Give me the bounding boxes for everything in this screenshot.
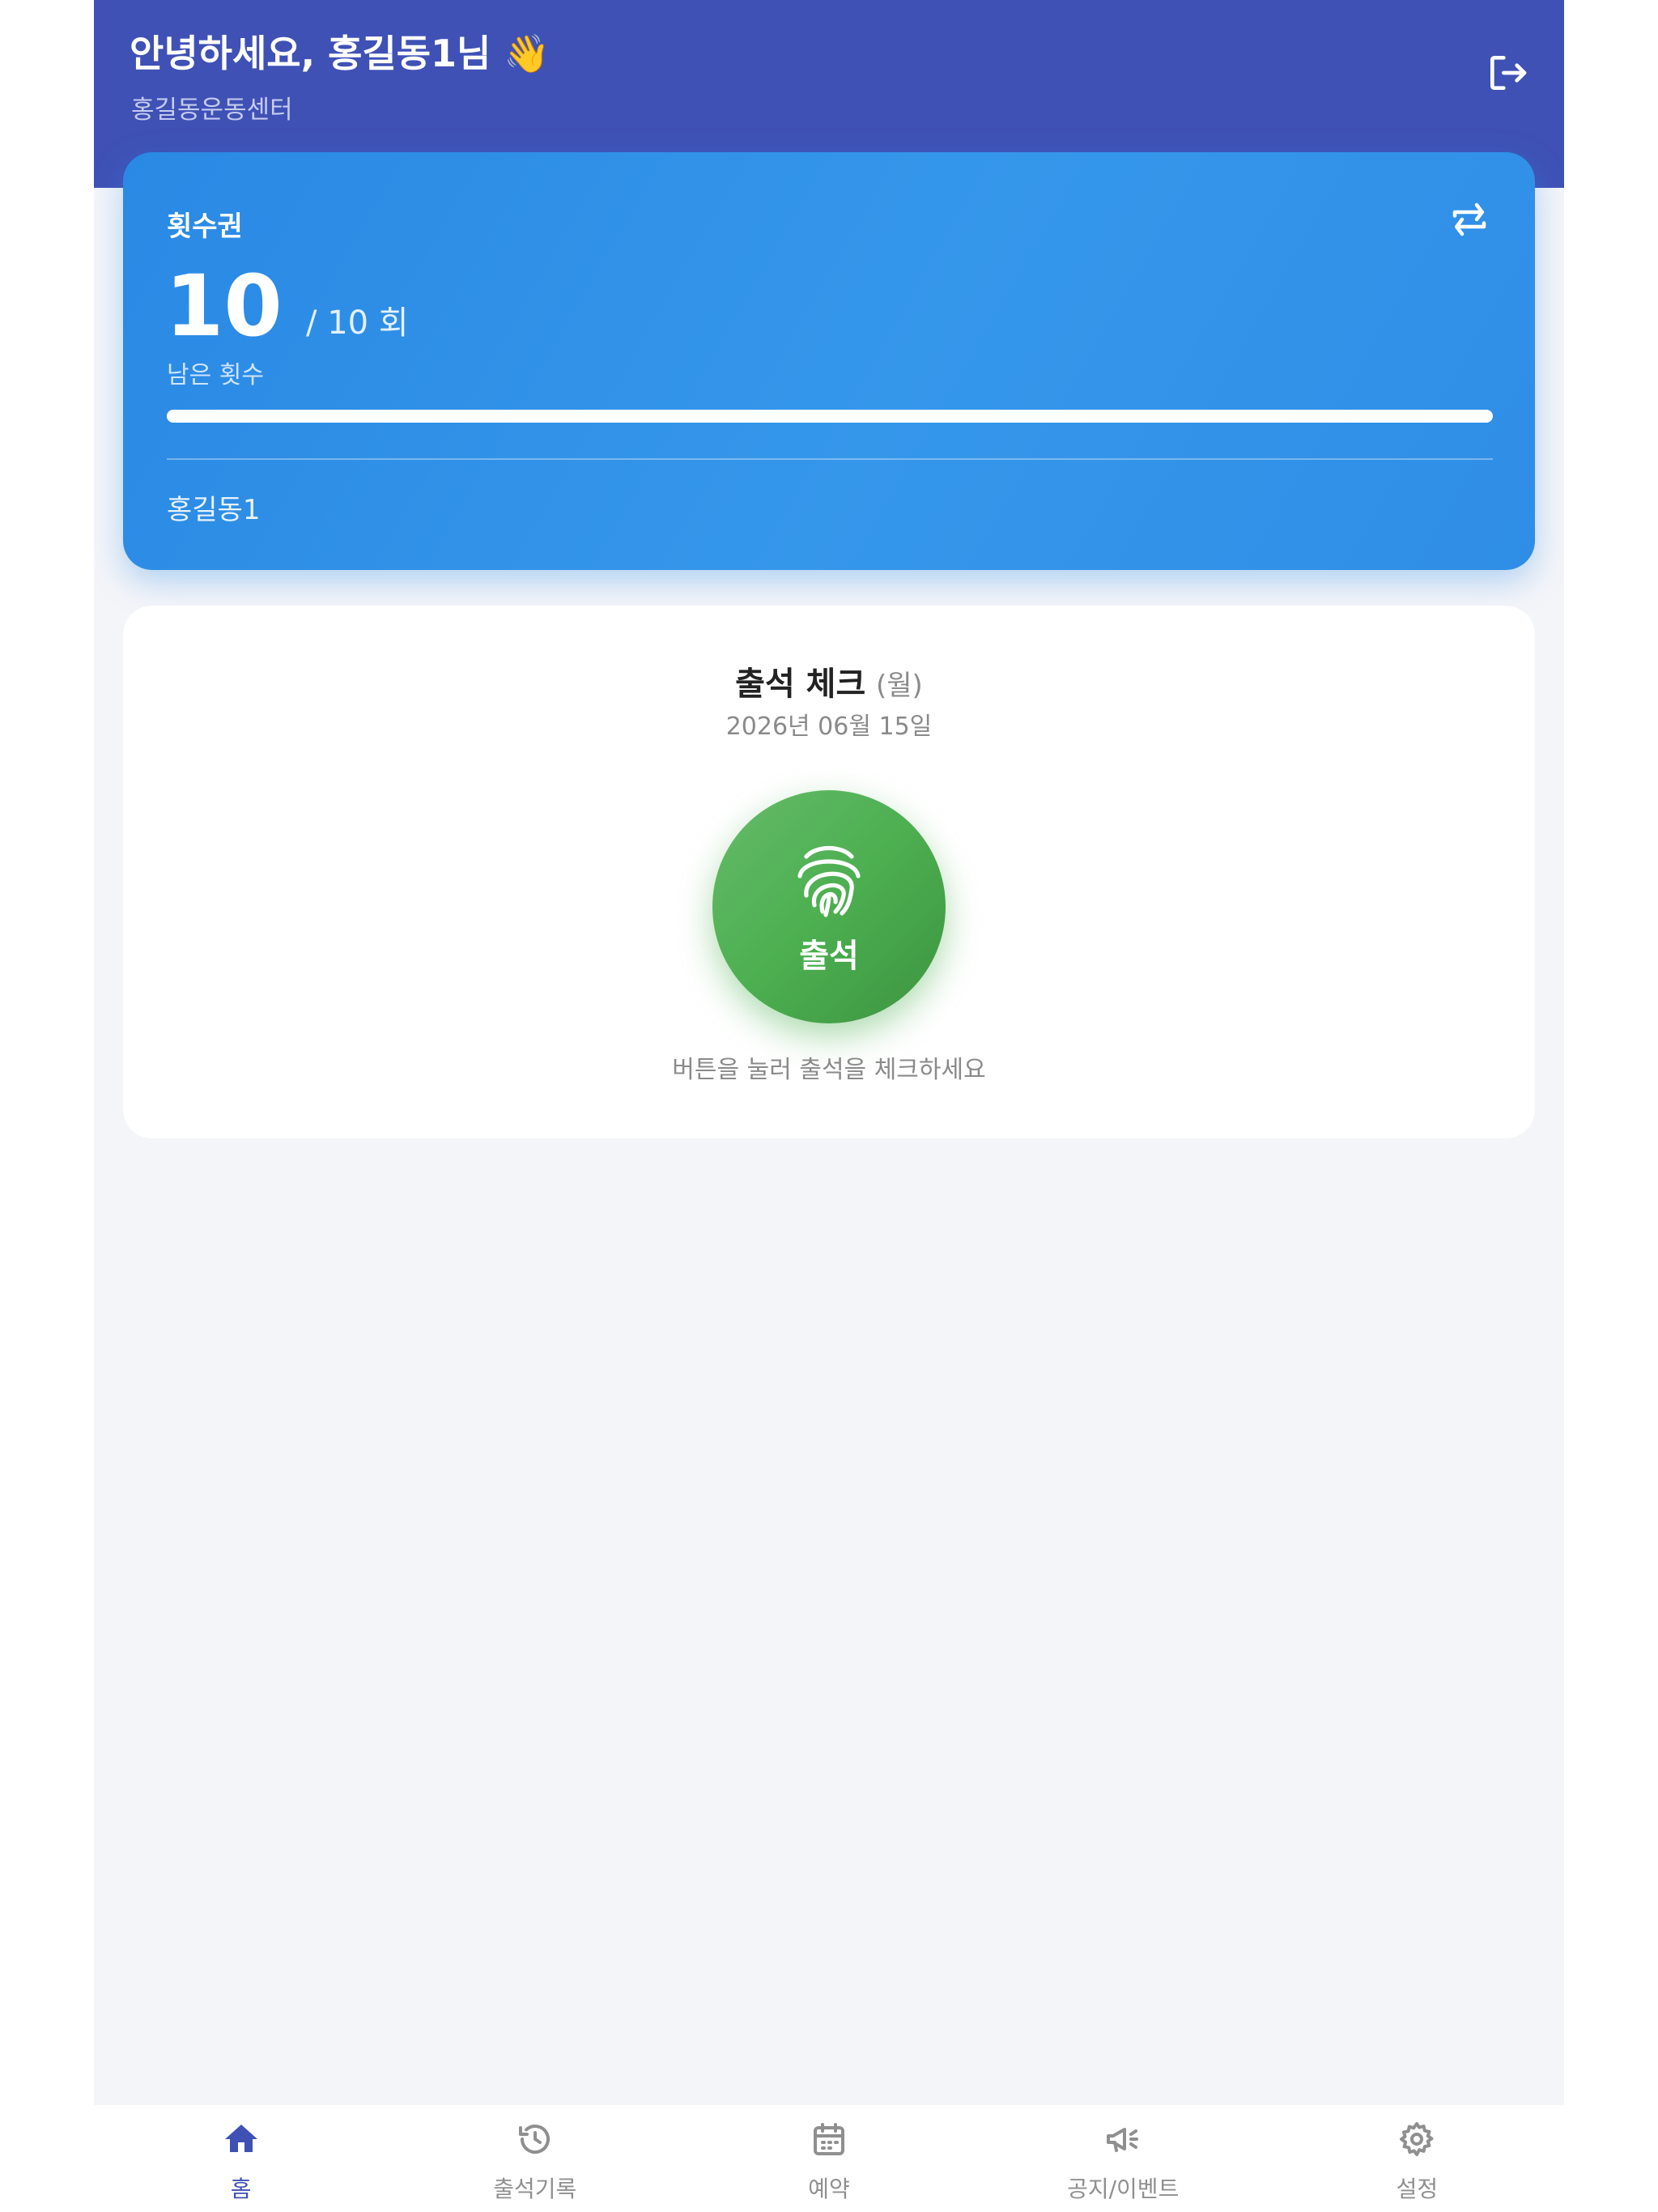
nav-item-reservation[interactable]: 예약 <box>682 2105 976 2212</box>
attendance-card: 출석 체크 (월) 2026년 06월 15일 출석 버튼을 눌러 출석을 체크… <box>123 606 1535 1138</box>
history-icon <box>518 2125 550 2154</box>
calendar-icon <box>814 2123 844 2155</box>
attendance-weekday: (월) <box>876 670 923 702</box>
nav-label-history: 출석기록 <box>493 2176 577 2202</box>
attendance-title-text: 출석 체크 <box>735 666 866 703</box>
divider <box>167 458 1493 460</box>
repeat-icon <box>1452 202 1486 236</box>
total-count: / 10 회 <box>306 304 409 342</box>
megaphone-icon <box>1107 2128 1139 2152</box>
fingerprint-icon <box>797 846 861 917</box>
progress-fill <box>167 410 1493 423</box>
nav-label-settings: 설정 <box>1396 2176 1439 2202</box>
attendance-date: 2026년 06월 15일 <box>725 713 933 741</box>
pass-card: 횟수권 10 / 10 회 남은 횟수 홍길동1 <box>123 152 1535 570</box>
logout-icon <box>1490 56 1527 90</box>
pass-type-label: 횟수권 <box>167 211 243 243</box>
remaining-count: 10 <box>165 257 283 355</box>
greeting-title: 안녕하세요, 홍길동1님 👋 <box>130 32 551 75</box>
bottom-navigation: 홈 출석기록 예약 공지/이벤트 설정 <box>94 2105 1564 2212</box>
attend-button[interactable]: 출석 <box>712 790 946 1023</box>
attend-button-label: 출석 <box>799 938 859 975</box>
remaining-label: 남은 횟수 <box>167 361 264 389</box>
attendance-hint: 버튼을 눌러 출석을 체크하세요 <box>672 1056 986 1084</box>
nav-item-home[interactable]: 홈 <box>94 2105 388 2212</box>
gear-icon <box>1400 2122 1434 2156</box>
attendance-title: 출석 체크 (월) <box>123 657 1535 704</box>
nav-label-home: 홈 <box>230 2176 252 2202</box>
progress-bar <box>167 410 1493 423</box>
logout-button[interactable] <box>1485 50 1530 96</box>
switch-pass-button[interactable] <box>1448 198 1491 241</box>
nav-item-history[interactable]: 출석기록 <box>388 2105 682 2212</box>
member-name: 홍길동1 <box>167 494 261 526</box>
nav-label-reservation: 예약 <box>808 2176 850 2202</box>
nav-item-notice[interactable]: 공지/이벤트 <box>976 2105 1270 2212</box>
app-screen: 안녕하세요, 홍길동1님 👋 홍길동운동센터 횟수권 10 / 10 회 남은 … <box>94 0 1564 2212</box>
nav-item-settings[interactable]: 설정 <box>1270 2105 1564 2212</box>
center-name: 홍길동운동센터 <box>131 96 293 125</box>
nav-label-notice: 공지/이벤트 <box>1067 2176 1180 2202</box>
home-icon <box>224 2125 257 2152</box>
